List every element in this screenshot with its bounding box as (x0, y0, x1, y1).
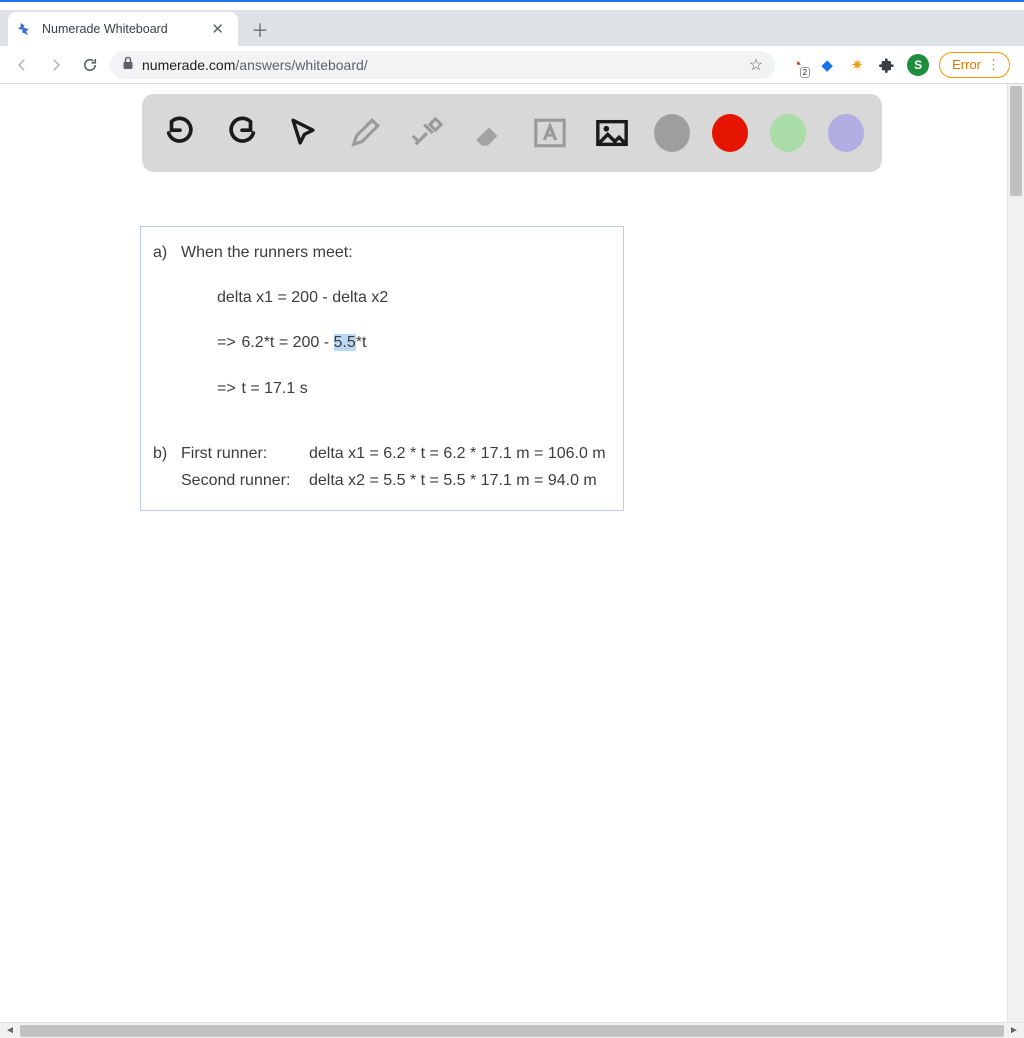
redo-button[interactable] (222, 112, 262, 154)
tab-favicon-icon (18, 21, 34, 37)
section-a-line2: => 6.2*t = 200 - 5.5*t (153, 331, 611, 354)
extension-icons: ◔2 ◆ ✷ S Error ⋮ (781, 52, 1016, 78)
extension-icon-3[interactable]: ✷ (847, 55, 867, 75)
scrollbar-thumb[interactable] (1010, 86, 1022, 196)
whiteboard-text-box[interactable]: a) When the runners meet: delta x1 = 200… (140, 226, 624, 511)
tab-close-button[interactable]: ✕ (207, 20, 228, 38)
chrome-menu-icon: ⋮ (987, 57, 1001, 73)
color-red-button[interactable] (712, 114, 748, 152)
second-runner-value: delta x2 = 5.5 * t = 5.5 * 17.1 m = 94.0… (309, 469, 606, 492)
color-purple-button[interactable] (828, 114, 864, 152)
url-text: numerade.com/answers/whiteboard/ (142, 57, 368, 73)
extension-icon-1[interactable]: ◔2 (787, 55, 807, 75)
extension-icon-2[interactable]: ◆ (817, 55, 837, 75)
first-runner-label: First runner: (181, 442, 309, 465)
second-runner-label: Second runner: (181, 469, 309, 492)
page-content: a) When the runners meet: delta x1 = 200… (0, 84, 1024, 1022)
image-tool-button[interactable] (592, 112, 632, 154)
tab-strip: Numerade Whiteboard ✕ ＋ (0, 10, 1024, 46)
tools-button[interactable] (407, 112, 447, 154)
browser-tab[interactable]: Numerade Whiteboard ✕ (8, 12, 238, 46)
section-a-label: a) (153, 241, 181, 264)
lock-icon (122, 56, 134, 73)
pointer-tool-button[interactable] (284, 112, 324, 154)
bookmark-star-icon[interactable]: ☆ (749, 55, 763, 75)
first-runner-value: delta x1 = 6.2 * t = 6.2 * 17.1 m = 106.… (309, 442, 606, 465)
new-tab-button[interactable]: ＋ (246, 16, 274, 44)
hscroll-right-button[interactable]: ► (1006, 1024, 1022, 1038)
pencil-tool-button[interactable] (345, 112, 385, 154)
extension-badge: 2 (800, 67, 810, 78)
extensions-menu-icon[interactable] (877, 55, 897, 75)
error-label: Error (952, 57, 981, 72)
horizontal-scrollbar[interactable]: ◄ ► (0, 1022, 1024, 1038)
section-b-label: b) (153, 442, 181, 492)
whiteboard-toolbar (142, 94, 882, 172)
hscroll-track[interactable] (20, 1025, 1004, 1037)
nav-reload-button[interactable] (76, 51, 104, 79)
section-a-line1: delta x1 = 200 - delta x2 (153, 286, 611, 309)
undo-button[interactable] (160, 112, 200, 154)
nav-back-button[interactable] (8, 51, 36, 79)
hscroll-left-button[interactable]: ◄ (2, 1024, 18, 1038)
color-green-button[interactable] (770, 114, 806, 152)
section-a-line3: => t = 17.1 s (153, 377, 611, 400)
vertical-scrollbar[interactable] (1007, 84, 1024, 1022)
address-bar: numerade.com/answers/whiteboard/ ☆ ◔2 ◆ … (0, 46, 1024, 84)
text-tool-button[interactable] (531, 112, 571, 154)
eraser-tool-button[interactable] (469, 112, 509, 154)
nav-forward-button[interactable] (42, 51, 70, 79)
section-a-heading: When the runners meet: (181, 241, 353, 264)
profile-avatar[interactable]: S (907, 54, 929, 76)
color-gray-button[interactable] (654, 114, 690, 152)
chrome-error-button[interactable]: Error ⋮ (939, 52, 1010, 78)
tab-title: Numerade Whiteboard (42, 22, 207, 36)
omnibox[interactable]: numerade.com/answers/whiteboard/ ☆ (110, 51, 775, 79)
highlighted-text: 5.5 (334, 334, 356, 351)
